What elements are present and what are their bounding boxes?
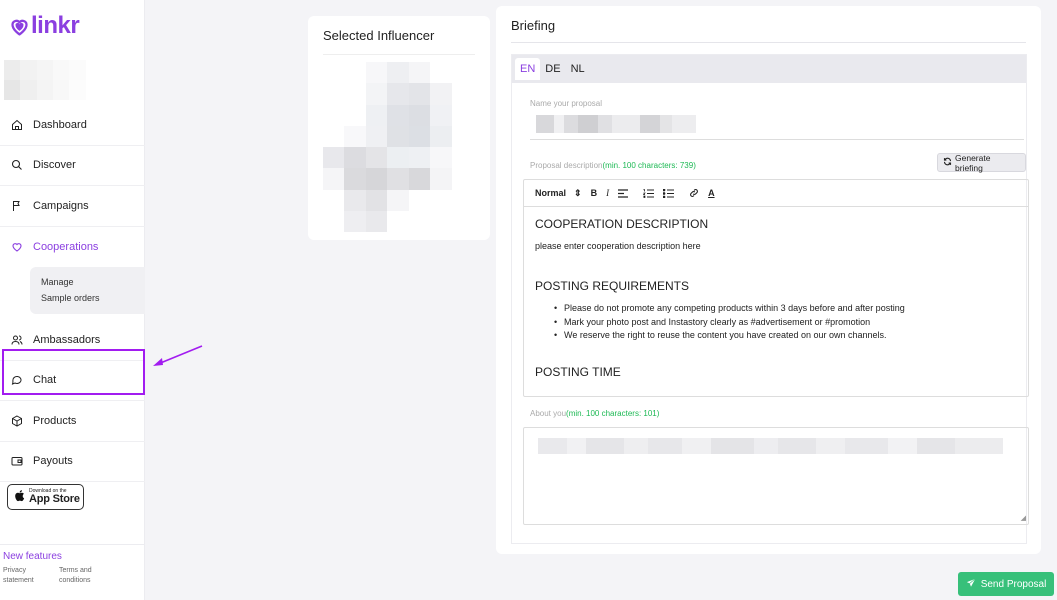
list-item: Mark your photo post and Instastory clea… bbox=[535, 316, 1017, 330]
about-you-label: About you(min. 100 characters: 101) bbox=[530, 409, 659, 418]
ordered-list-icon bbox=[643, 188, 655, 198]
new-features-link[interactable]: New features bbox=[3, 551, 142, 562]
proposal-name-input[interactable] bbox=[536, 115, 696, 133]
about-label-text: About you bbox=[530, 409, 567, 418]
editor-toolbar: Normal ⇕ B I A bbox=[524, 180, 1028, 207]
flag-icon bbox=[11, 200, 23, 212]
editor-heading: COOPERATION DESCRIPTION bbox=[535, 217, 709, 231]
selected-influencer-card: Selected Influencer bbox=[308, 16, 490, 240]
users-icon bbox=[11, 334, 23, 346]
editor-bullet-list: Please do not promote any competing prod… bbox=[535, 302, 1017, 343]
send-proposal-label: Send Proposal bbox=[980, 578, 1047, 590]
resize-handle-icon[interactable]: ◢ bbox=[1021, 514, 1026, 522]
text-color-button[interactable]: A bbox=[708, 188, 715, 198]
heart-icon bbox=[11, 241, 23, 253]
format-select-value: Normal bbox=[535, 188, 567, 198]
about-you-text-blurred bbox=[538, 438, 1003, 454]
list-item: Please do not promote any competing prod… bbox=[535, 302, 1017, 316]
sidebar-item-ambassadors[interactable]: Ambassadors bbox=[0, 320, 145, 361]
sidebar-item-label: Ambassadors bbox=[33, 333, 101, 346]
briefing-card: Briefing EN DE NL Name your proposal Pro… bbox=[496, 6, 1041, 554]
generate-briefing-button[interactable]: Generate briefing bbox=[937, 152, 1026, 173]
generate-briefing-label: Generate briefing bbox=[955, 152, 991, 173]
sidebar-item-products[interactable]: Products bbox=[0, 401, 145, 442]
ordered-list-button[interactable] bbox=[643, 188, 655, 198]
paper-plane-icon bbox=[966, 578, 976, 591]
appstore-big-text: App Store bbox=[29, 493, 80, 505]
about-char-count: (min. 100 characters: 101) bbox=[566, 409, 660, 418]
logo[interactable]: linkr bbox=[9, 12, 80, 40]
tab-en[interactable]: EN bbox=[515, 58, 541, 80]
format-select[interactable]: Normal ⇕ bbox=[535, 188, 582, 199]
app-store-badge[interactable]: Download on the App Store bbox=[7, 484, 84, 510]
align-button[interactable] bbox=[618, 188, 629, 198]
sidebar-item-label: Payouts bbox=[33, 455, 73, 468]
about-you-textarea[interactable]: ◢ bbox=[523, 427, 1029, 525]
sidebar-item-label: Cooperations bbox=[33, 240, 99, 253]
selected-influencer-title: Selected Influencer bbox=[323, 28, 435, 43]
editor-content[interactable]: COOPERATION DESCRIPTION please enter coo… bbox=[524, 207, 1028, 389]
sidebar-item-campaigns[interactable]: Campaigns bbox=[0, 186, 145, 227]
sidebar: linkr Dashboard Discover Campaigns Coope… bbox=[0, 0, 145, 600]
language-tabs: EN DE NL bbox=[512, 55, 1026, 83]
subnav-item-manage[interactable]: Manage bbox=[41, 274, 145, 290]
tab-de[interactable]: DE bbox=[540, 58, 565, 80]
editor-paragraph: please enter cooperation description her… bbox=[535, 241, 701, 251]
link-icon bbox=[690, 189, 698, 197]
sidebar-item-label: Discover bbox=[33, 159, 76, 172]
cooperations-subnav: Manage Sample orders bbox=[30, 267, 145, 314]
subnav-item-sample-orders[interactable]: Sample orders bbox=[41, 290, 145, 306]
briefing-form: EN DE NL Name your proposal Proposal des… bbox=[511, 54, 1029, 544]
sidebar-item-label: Products bbox=[33, 414, 77, 427]
sidebar-item-payouts[interactable]: Payouts bbox=[0, 442, 145, 482]
logo-text: linkr bbox=[31, 12, 80, 39]
link-button[interactable] bbox=[689, 188, 699, 198]
description-rich-text-editor[interactable]: Normal ⇕ B I A COOPERATION DESCRIPTION p… bbox=[523, 179, 1029, 397]
updown-chevron-icon: ⇕ bbox=[574, 187, 582, 198]
sidebar-item-label: Dashboard bbox=[33, 118, 87, 131]
divider bbox=[530, 139, 1024, 140]
sidebar-item-label: Campaigns bbox=[33, 199, 89, 212]
chat-icon bbox=[11, 374, 23, 386]
editor-heading: POSTING TIME bbox=[535, 364, 621, 379]
list-item: We reserve the right to reuse the conten… bbox=[535, 329, 1017, 343]
apple-icon bbox=[14, 489, 25, 505]
sidebar-item-discover[interactable]: Discover bbox=[0, 146, 145, 186]
bullet-list-icon bbox=[663, 188, 675, 198]
wallet-icon bbox=[11, 455, 23, 467]
bold-button[interactable]: B bbox=[591, 188, 598, 198]
linkr-heart-logo-icon bbox=[11, 19, 28, 36]
divider bbox=[511, 42, 1026, 43]
terms-conditions-link[interactable]: Terms and conditions bbox=[59, 566, 97, 586]
search-icon bbox=[11, 159, 23, 171]
user-profile-blurred[interactable] bbox=[4, 60, 102, 100]
influencer-image-blurred[interactable] bbox=[323, 62, 473, 232]
sidebar-item-label: Chat bbox=[33, 374, 57, 387]
desc-char-count: (min. 100 characters: 739) bbox=[602, 161, 696, 170]
annotation-arrow-icon bbox=[153, 345, 203, 366]
privacy-statement-link[interactable]: Privacy statement bbox=[3, 566, 41, 586]
editor-heading: POSTING REQUIREMENTS bbox=[535, 279, 690, 293]
sidebar-item-dashboard[interactable]: Dashboard bbox=[0, 105, 145, 146]
sidebar-nav: Dashboard Discover Campaigns Cooperation… bbox=[0, 105, 145, 482]
box-icon bbox=[11, 415, 23, 427]
italic-button[interactable]: I bbox=[606, 188, 609, 198]
briefing-title: Briefing bbox=[511, 18, 556, 33]
home-icon bbox=[11, 119, 23, 131]
sidebar-item-chat[interactable]: Chat bbox=[0, 361, 145, 401]
bullet-list-button[interactable] bbox=[663, 188, 675, 198]
sidebar-item-cooperations[interactable]: Cooperations bbox=[0, 227, 145, 268]
align-icon bbox=[618, 188, 629, 198]
proposal-description-label: Proposal description(min. 100 characters… bbox=[530, 161, 696, 170]
sidebar-footer: New features Privacy statement Terms and… bbox=[0, 544, 145, 592]
divider bbox=[323, 54, 475, 55]
desc-label-text: Proposal description bbox=[530, 161, 603, 170]
tab-nl[interactable]: NL bbox=[566, 58, 590, 80]
name-proposal-label: Name your proposal bbox=[530, 99, 603, 108]
send-proposal-button[interactable]: Send Proposal bbox=[958, 572, 1054, 596]
refresh-icon bbox=[943, 157, 952, 168]
